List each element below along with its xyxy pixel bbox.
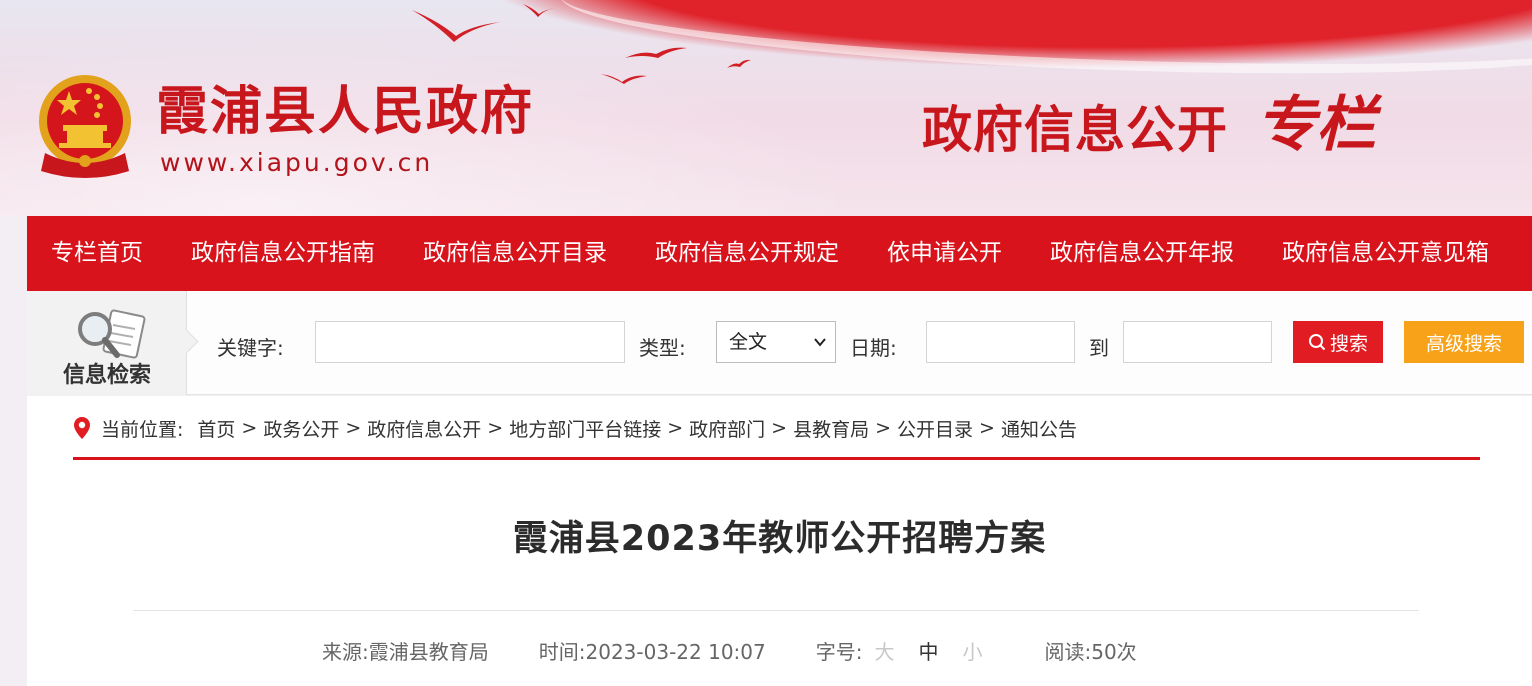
meta-source-label: 来源: [322, 640, 369, 664]
breadcrumb-divider [73, 457, 1480, 460]
type-select-value: 全文 [729, 331, 768, 353]
search-button[interactable]: 搜索 [1293, 321, 1383, 363]
type-select[interactable]: 全文 [716, 321, 836, 363]
title-divider [133, 610, 1419, 611]
breadcrumb-separator: > [345, 417, 362, 439]
breadcrumb-public-catalog[interactable]: 公开目录 [897, 415, 973, 442]
magnifier-notebook-icon [78, 309, 146, 359]
article-title: 霞浦县2023年教师公开招聘方案 [512, 519, 1047, 559]
nav-item-application[interactable]: 依申请公开 [863, 216, 1026, 291]
site-header-banner: 霞浦县人民政府 www.xiapu.gov.cn 政府信息公开 专栏 [0, 0, 1532, 216]
bird-icon [523, 4, 555, 17]
meta-views-label: 阅读: [1044, 640, 1092, 664]
bird-icon [727, 59, 751, 68]
date-label: 日期: [850, 336, 897, 360]
search-panel: 信息检索 关键字: 类型: 全文 日期: 到 搜索 高级搜索 [27, 291, 1532, 395]
breadcrumb-departments[interactable]: 政府部门 [689, 415, 765, 442]
date-from-input[interactable] [926, 321, 1075, 363]
nav-item-regulations[interactable]: 政府信息公开规定 [631, 216, 863, 291]
font-size-large-button[interactable]: 大 [874, 640, 894, 664]
breadcrumb-notices[interactable]: 通知公告 [1001, 415, 1077, 442]
main-nav: 专栏首页 政府信息公开指南 政府信息公开目录 政府信息公开规定 依申请公开 政府… [27, 216, 1532, 291]
meta-source: 来源:霞浦县教育局 [322, 636, 489, 665]
font-size-medium-button[interactable]: 中 [918, 640, 938, 664]
nav-item-feedback[interactable]: 政府信息公开意见箱 [1258, 216, 1513, 291]
article-container: 当前位置: 首页 > 政务公开 > 政府信息公开 > 地方部门平台链接 > 政府… [27, 396, 1532, 686]
breadcrumb-home[interactable]: 首页 [197, 415, 235, 442]
breadcrumb-government-affairs[interactable]: 政务公开 [263, 415, 339, 442]
meta-font-size: 字号: 大中小 [816, 636, 995, 665]
breadcrumb-prefix: 当前位置: [101, 418, 184, 441]
meta-views-value: 50次 [1091, 640, 1137, 664]
search-icon [1308, 334, 1326, 351]
font-size-label: 字号: [815, 640, 863, 664]
site-name[interactable]: 霞浦县人民政府 [156, 82, 534, 142]
chevron-down-icon [814, 338, 826, 347]
search-badge: 信息检索 [27, 291, 187, 395]
nav-item-annual-report[interactable]: 政府信息公开年报 [1026, 216, 1258, 291]
breadcrumb-separator: > [979, 417, 995, 439]
nav-item-catalog[interactable]: 政府信息公开目录 [399, 216, 631, 291]
column-title-emphasis: 专栏 [1256, 90, 1376, 160]
breadcrumb-separator: > [875, 417, 892, 439]
meta-source-value: 霞浦县教育局 [368, 640, 489, 664]
breadcrumb-separator: > [667, 417, 684, 439]
breadcrumb-separator: > [487, 417, 504, 439]
search-badge-label: 信息检索 [62, 363, 151, 388]
location-pin-icon [74, 417, 90, 439]
site-url[interactable]: www.xiapu.gov.cn [160, 148, 433, 177]
meta-views: 阅读:50次 [1044, 636, 1136, 665]
font-size-small-button[interactable]: 小 [962, 640, 982, 664]
keyword-label: 关键字: [217, 336, 284, 360]
keyword-input[interactable] [315, 321, 625, 363]
nav-item-home[interactable]: 专栏首页 [27, 216, 167, 291]
breadcrumb-info-disclosure[interactable]: 政府信息公开 [367, 415, 481, 442]
type-label: 类型: [639, 336, 686, 360]
meta-time-label: 时间: [538, 640, 586, 664]
date-to-input[interactable] [1123, 321, 1272, 363]
meta-time-value: 2023-03-22 10:07 [585, 640, 766, 664]
breadcrumb-local-links[interactable]: 地方部门平台链接 [509, 415, 661, 442]
bird-icon [625, 47, 687, 58]
advanced-search-button[interactable]: 高级搜索 [1404, 321, 1524, 363]
breadcrumb-education-bureau[interactable]: 县教育局 [793, 415, 869, 442]
breadcrumb-separator: > [241, 417, 258, 439]
national-emblem-icon [39, 75, 131, 178]
meta-time: 时间:2023-03-22 10:07 [539, 636, 766, 665]
breadcrumb-separator: > [771, 417, 788, 439]
breadcrumb: 当前位置: 首页 > 政务公开 > 政府信息公开 > 地方部门平台链接 > 政府… [73, 414, 1077, 442]
article-meta: 来源:霞浦县教育局 时间:2023-03-22 10:07 字号: 大中小 阅读:… [322, 636, 1187, 665]
date-to-label: 到 [1089, 336, 1109, 360]
nav-item-guide[interactable]: 政府信息公开指南 [167, 216, 399, 291]
column-title: 政府信息公开 [922, 100, 1228, 159]
bird-icon [601, 74, 647, 84]
search-button-label: 搜索 [1329, 332, 1368, 355]
bird-icon [412, 10, 500, 42]
